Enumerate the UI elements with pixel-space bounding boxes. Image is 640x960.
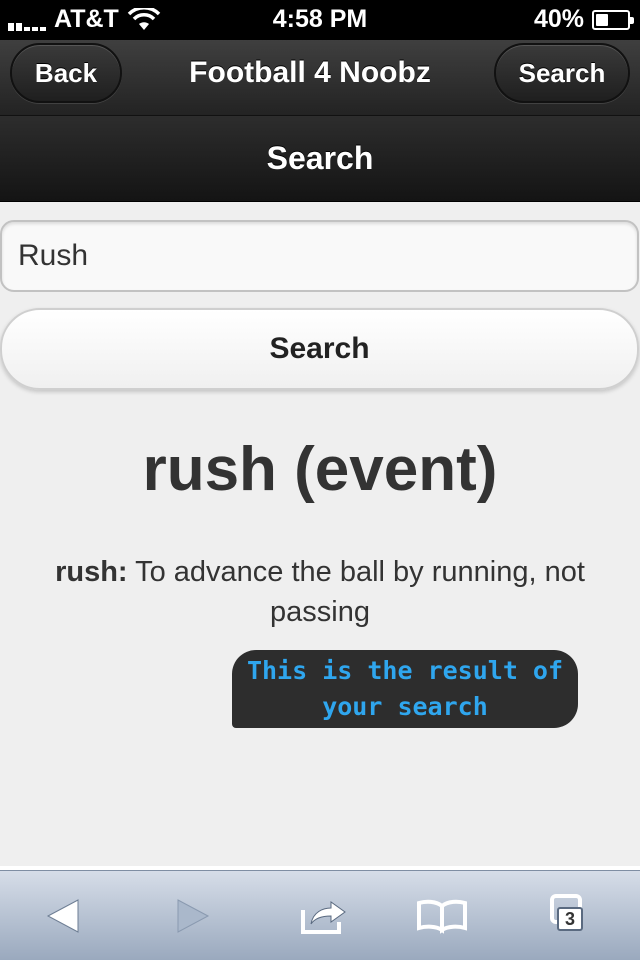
battery-icon [592,9,634,30]
battery-percent: 40% [533,5,584,33]
result-tooltip: This is the result of your search [232,650,578,728]
tabs-count-badge: 3 [557,907,583,931]
page-title: Search [0,116,640,202]
search-input[interactable] [0,220,639,292]
result-title: rush (event) [142,435,498,504]
main-content: Search rush (event) rush: To advance the… [0,202,640,870]
nav-search-button[interactable]: Search [494,43,630,103]
definition-text: To advance the ball by running, not pass… [127,556,585,628]
search-submit-button[interactable]: Search [0,308,639,390]
app-title: Football 4 Noobz [189,56,431,89]
status-bar: AT&T 4:58 PM 40% [0,0,640,40]
browser-toolbar: 3 [0,870,640,960]
tabs-icon[interactable]: 3 [520,871,620,960]
back-arrow-icon[interactable] [14,871,114,960]
back-button[interactable]: Back [10,43,122,103]
result-definition: rush: To advance the ball by running, no… [20,552,620,632]
bookmarks-icon[interactable] [392,871,492,960]
share-icon[interactable] [274,871,374,960]
nav-bar: Back Football 4 Noobz Search [0,40,640,116]
forward-arrow-icon[interactable] [142,871,242,960]
status-right: 40% [533,5,634,34]
definition-term: rush: [55,556,128,588]
